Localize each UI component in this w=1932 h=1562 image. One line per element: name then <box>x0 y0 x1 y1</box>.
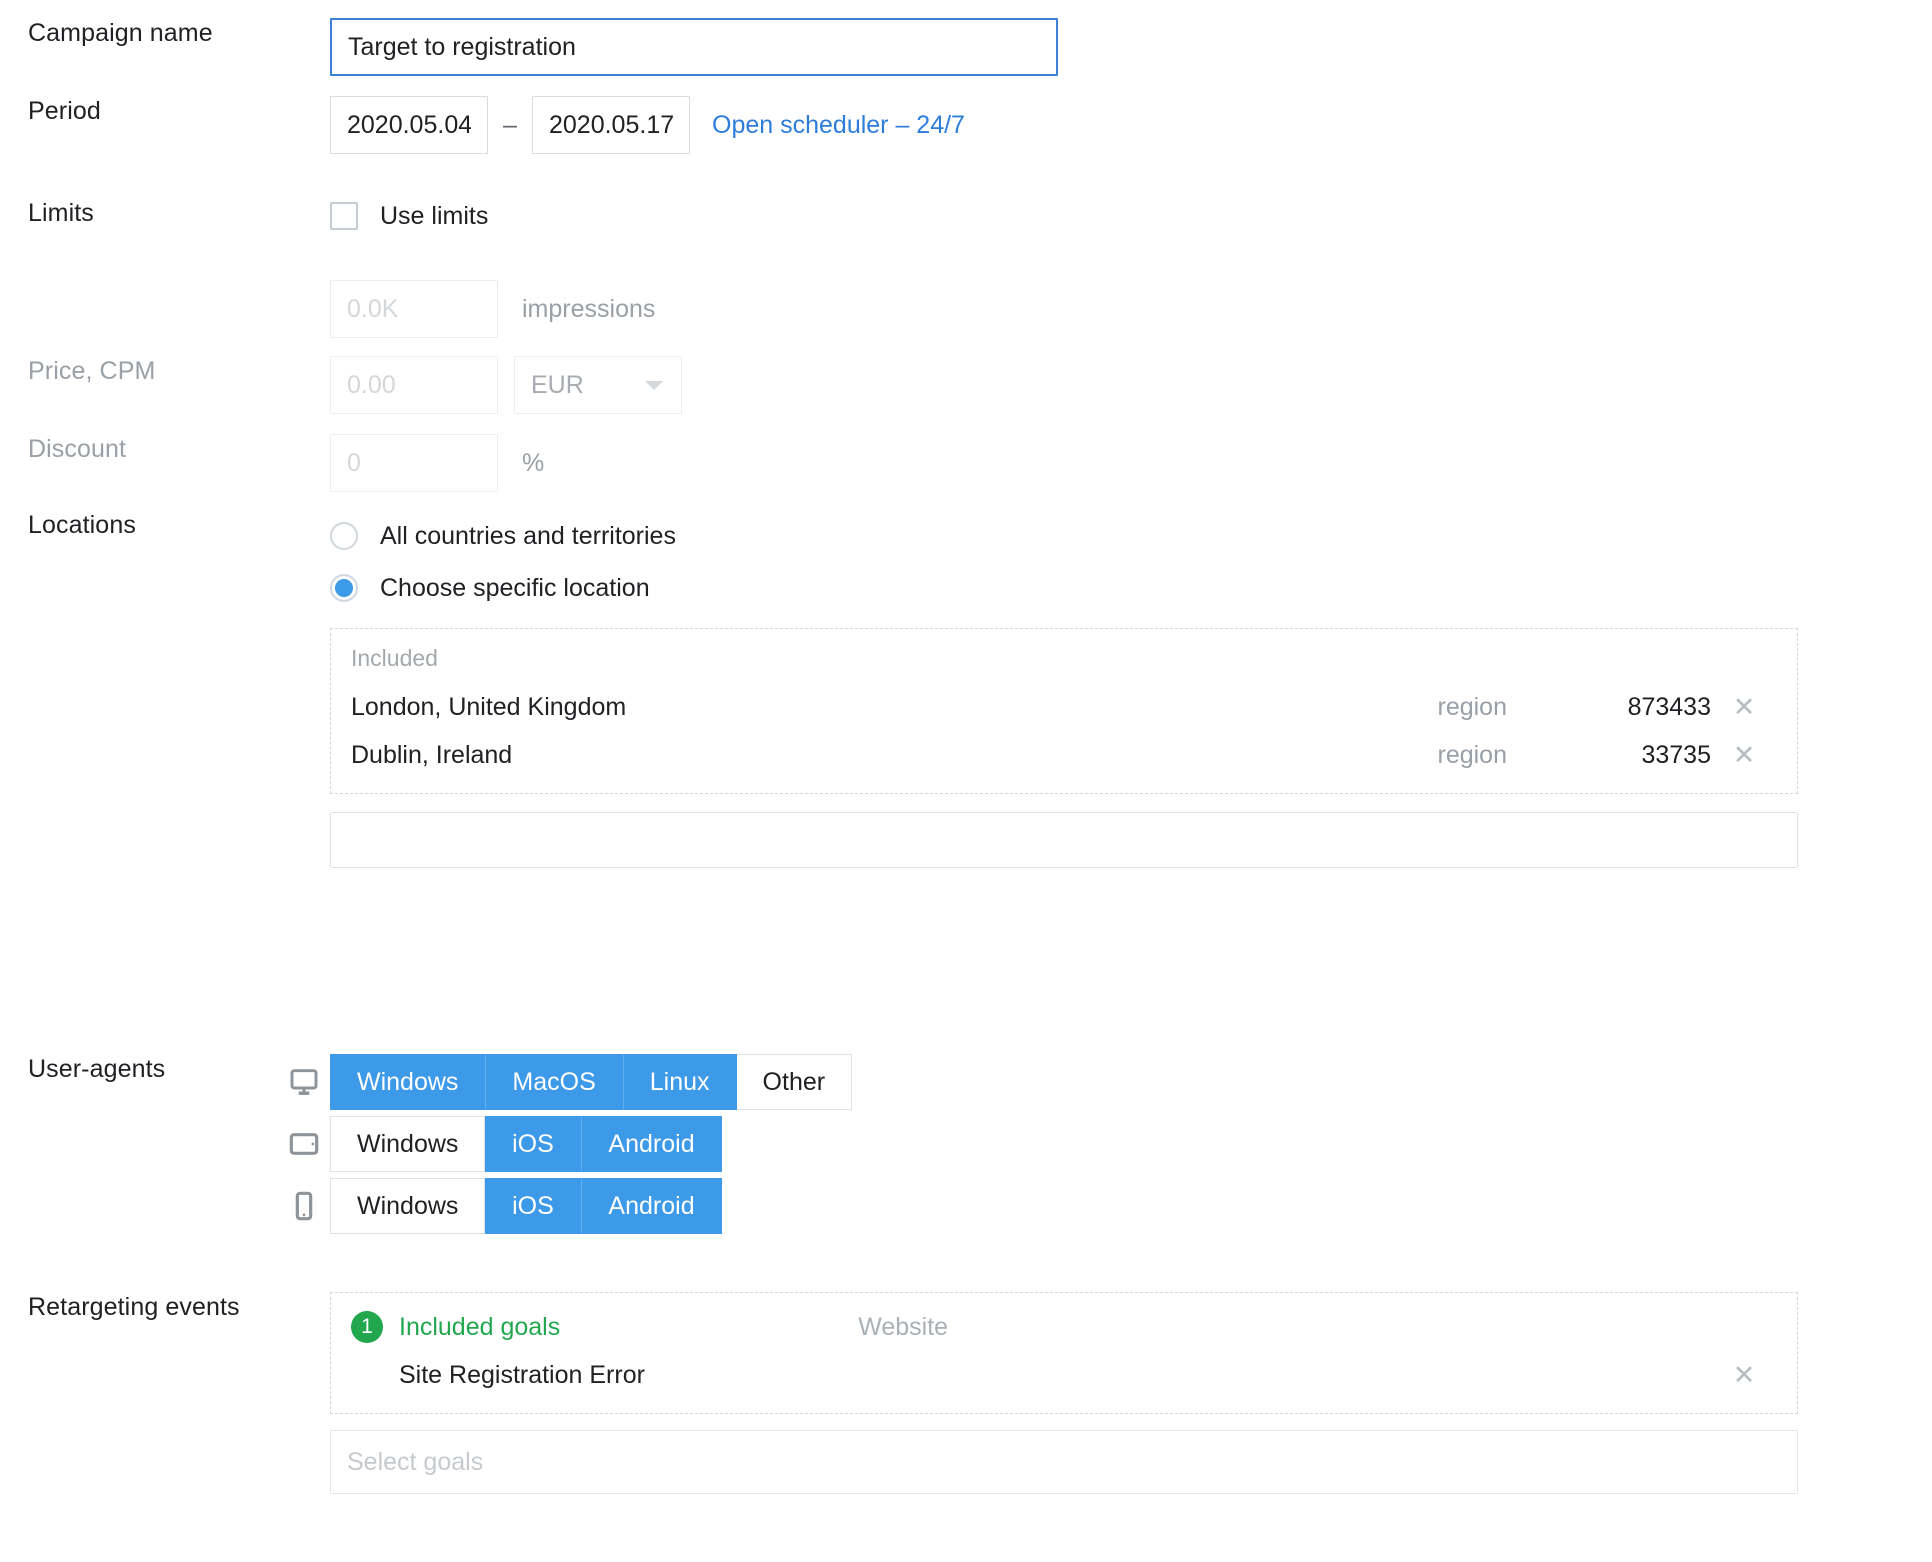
campaign-name-row: Campaign name <box>0 18 1932 76</box>
location-name: London, United Kingdom <box>351 692 627 721</box>
discount-control: % <box>330 434 1932 492</box>
impressions-control: impressions <box>330 280 1932 338</box>
price-row: Price, CPM EUR <box>0 356 1932 414</box>
use-limits-checkbox-row[interactable]: Use limits <box>330 198 1932 234</box>
user-agent-phone-line: Windows iOS Android <box>295 1178 1932 1234</box>
period-start-input[interactable] <box>330 96 488 154</box>
location-reach-count: 873433 <box>1627 692 1711 721</box>
included-goals-count-badge: 1 <box>351 1311 383 1343</box>
price-label: Price, CPM <box>28 357 156 385</box>
period-label: Period <box>28 97 101 125</box>
location-list-item: Dublin, Ireland region 33735 ✕ <box>351 731 1777 779</box>
discount-row: Discount % <box>0 434 1932 492</box>
radio-all-countries-label: All countries and territories <box>380 521 676 550</box>
locations-row: Locations All countries and territories … <box>0 510 1932 868</box>
desktop-os-other[interactable]: Other <box>736 1054 853 1110</box>
location-option-specific[interactable]: Choose specific location <box>330 562 1932 614</box>
currency-select-value: EUR <box>531 370 584 399</box>
user-agents-row: User-agents Windows MacOS Linux Other Wi… <box>0 1054 1932 1238</box>
goals-select-input[interactable] <box>330 1430 1798 1494</box>
location-type: region <box>1437 692 1508 721</box>
locations-label: Locations <box>28 511 136 539</box>
locations-control: All countries and territories Choose spe… <box>330 510 1932 868</box>
goal-list-item: Site Registration Error ✕ <box>331 1349 1797 1401</box>
remove-location-icon[interactable]: ✕ <box>1711 741 1777 769</box>
desktop-os-segmented-control: Windows MacOS Linux Other <box>330 1054 853 1110</box>
tablet-os-segmented-control: Windows iOS Android <box>330 1116 722 1172</box>
tablet-os-windows[interactable]: Windows <box>330 1116 486 1172</box>
location-name: Dublin, Ireland <box>351 740 513 769</box>
user-agents-control: Windows MacOS Linux Other Windows iOS An… <box>289 1054 1932 1238</box>
currency-select[interactable]: EUR <box>514 356 682 414</box>
limits-label: Limits <box>28 199 94 227</box>
limits-row: Limits Use limits <box>0 198 1932 234</box>
radio-specific-location[interactable] <box>330 574 358 602</box>
included-goals-panel: 1 Included goals Website Site Registrati… <box>330 1292 1798 1414</box>
open-scheduler-link[interactable]: Open scheduler – 24/7 <box>712 96 965 154</box>
impressions-row: impressions <box>0 280 1932 338</box>
user-agent-tablet-line: Windows iOS Android <box>289 1116 1932 1172</box>
included-locations-caption: Included <box>351 645 438 671</box>
goal-name: Site Registration Error <box>399 1360 645 1389</box>
chevron-down-icon <box>645 381 663 390</box>
phone-icon <box>278 1190 330 1222</box>
price-input[interactable] <box>330 356 498 414</box>
included-goals-header: 1 Included goals Website <box>331 1305 1797 1349</box>
location-search-input[interactable] <box>330 812 1798 868</box>
retargeting-events-control: 1 Included goals Website Site Registrati… <box>330 1292 1932 1494</box>
radio-specific-location-label: Choose specific location <box>380 573 650 602</box>
tablet-os-android[interactable]: Android <box>581 1116 722 1172</box>
desktop-os-windows[interactable]: Windows <box>330 1054 486 1110</box>
period-separator: – <box>503 111 517 139</box>
location-type: region <box>1437 740 1508 769</box>
phone-os-android[interactable]: Android <box>581 1178 722 1234</box>
tablet-icon <box>278 1128 330 1160</box>
location-list-item: London, United Kingdom region 873433 ✕ <box>351 683 1777 731</box>
location-option-all-countries[interactable]: All countries and territories <box>330 510 1932 562</box>
limits-control: Use limits <box>330 198 1932 234</box>
discount-unit-label: % <box>522 449 545 477</box>
included-locations-panel: Included London, United Kingdom region 8… <box>330 628 1798 794</box>
included-goals-title: Included goals <box>399 1312 561 1341</box>
impressions-input[interactable] <box>330 280 498 338</box>
radio-all-countries[interactable] <box>330 522 358 550</box>
impressions-unit-label: impressions <box>522 295 656 323</box>
price-control: EUR <box>330 356 1932 414</box>
location-reach-count: 33735 <box>1641 740 1711 769</box>
goal-source-label: Website <box>858 1312 949 1341</box>
campaign-name-input[interactable] <box>330 18 1058 76</box>
user-agent-desktop-line: Windows MacOS Linux Other <box>290 1054 1932 1110</box>
remove-goal-icon[interactable]: ✕ <box>1711 1361 1777 1389</box>
phone-os-segmented-control: Windows iOS Android <box>330 1178 722 1234</box>
tablet-os-ios[interactable]: iOS <box>485 1116 582 1172</box>
remove-location-icon[interactable]: ✕ <box>1711 693 1777 721</box>
campaign-name-control <box>330 18 1932 76</box>
desktop-icon <box>278 1066 330 1098</box>
period-end-input[interactable] <box>532 96 690 154</box>
phone-os-windows[interactable]: Windows <box>330 1178 486 1234</box>
period-row: Period – Open scheduler – 24/7 <box>0 96 1932 154</box>
use-limits-checkbox[interactable] <box>330 202 358 230</box>
discount-label: Discount <box>28 435 127 463</box>
retargeting-events-row: Retargeting events 1 Included goals Webs… <box>0 1292 1932 1494</box>
phone-os-ios[interactable]: iOS <box>485 1178 582 1234</box>
desktop-os-macos[interactable]: MacOS <box>485 1054 623 1110</box>
campaign-name-label: Campaign name <box>28 19 213 47</box>
use-limits-label: Use limits <box>380 201 489 230</box>
period-control: – Open scheduler – 24/7 <box>330 96 1932 154</box>
discount-input[interactable] <box>330 434 498 492</box>
retargeting-events-label: Retargeting events <box>28 1293 240 1321</box>
desktop-os-linux[interactable]: Linux <box>622 1054 737 1110</box>
